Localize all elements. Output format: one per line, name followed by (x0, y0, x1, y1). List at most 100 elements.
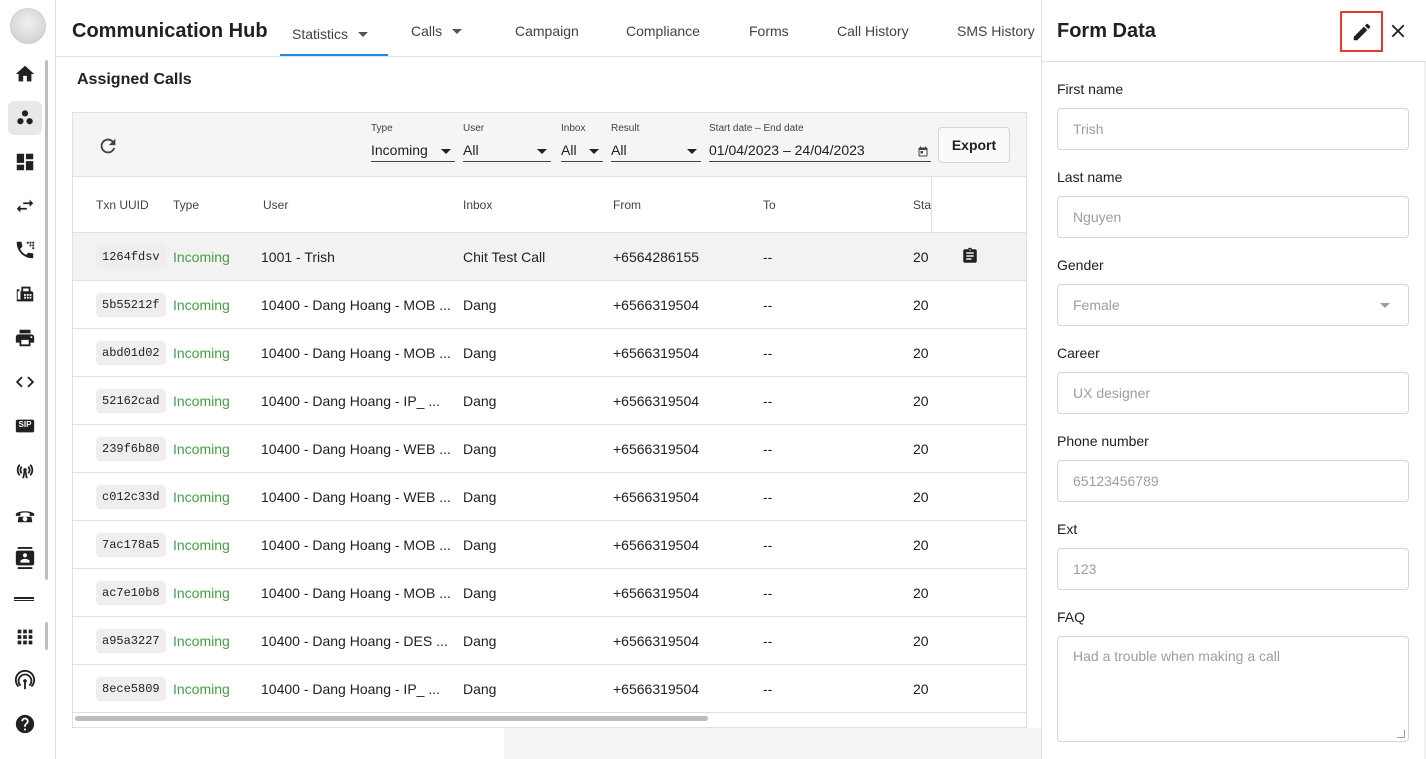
txn-uuid-chip: ac7e10b8 (96, 581, 166, 605)
tab-compliance[interactable]: Compliance (626, 23, 700, 39)
call-type: Incoming (173, 441, 230, 457)
call-type: Incoming (173, 681, 230, 697)
sip-icon[interactable]: SIP (8, 409, 42, 443)
table-row[interactable]: 239f6b80 Incoming 10400 - Dang Hoang - WEB… (73, 425, 1026, 473)
printer-icon[interactable] (8, 321, 42, 355)
home-icon[interactable] (8, 57, 42, 91)
column-header-to[interactable]: To (763, 198, 776, 212)
result-filter-value: All (611, 142, 627, 158)
ext-field[interactable]: 123 (1057, 548, 1409, 590)
column-header-type[interactable]: Type (173, 198, 199, 212)
table-row[interactable]: 52162cad Incoming 10400 - Dang Hoang - IP_… (73, 377, 1026, 425)
close-button[interactable] (1386, 19, 1410, 43)
avatar[interactable] (10, 8, 46, 44)
first-name-field[interactable]: Trish (1057, 108, 1409, 150)
broadcast-icon[interactable] (8, 663, 42, 697)
tab-label: Campaign (515, 23, 579, 39)
resize-handle-icon[interactable] (1397, 730, 1405, 738)
sidebar-divider (14, 597, 34, 601)
dashboard-icon[interactable] (8, 145, 42, 179)
tab-campaign[interactable]: Campaign (515, 23, 579, 39)
tab-forms[interactable]: Forms (749, 23, 789, 39)
ext-label: Ext (1057, 521, 1078, 537)
table-row[interactable]: 8ece5809 Incoming 10400 - Dang Hoang - IP_… (73, 665, 1026, 713)
sidebar-scrollbar-lower[interactable] (45, 622, 48, 650)
faq-textarea[interactable]: Had a trouble when making a call (1057, 636, 1409, 742)
tab-calls[interactable]: Calls (411, 23, 463, 39)
refresh-icon[interactable] (97, 135, 119, 157)
career-label: Career (1057, 345, 1100, 361)
call-inbox: Dang (463, 681, 497, 697)
footer-strip (504, 728, 1041, 759)
call-inbox: Dang (463, 441, 497, 457)
call-type: Incoming (173, 585, 230, 601)
contact-card-icon[interactable] (8, 541, 42, 575)
fax-icon[interactable] (8, 277, 42, 311)
sidebar-scrollbar[interactable] (45, 60, 48, 580)
column-header-inbox[interactable]: Inbox (463, 198, 492, 212)
call-from: +6566319504 (613, 537, 700, 553)
column-header-user[interactable]: User (263, 198, 288, 212)
type-filter[interactable]: Type Incoming (371, 123, 455, 162)
inbox-filter[interactable]: Inbox All (561, 123, 603, 162)
result-filter[interactable]: Result All (611, 123, 701, 162)
tab-call-history[interactable]: Call History (837, 23, 909, 39)
phone-number-field[interactable]: 65123456789 (1057, 460, 1409, 502)
clipboard-icon[interactable] (961, 247, 979, 265)
type-filter-select[interactable]: Incoming (371, 140, 455, 162)
table-row[interactable]: abd01d02 Incoming 10400 - Dang Hoang - MOB… (73, 329, 1026, 377)
phone-forward-icon[interactable] (8, 233, 42, 267)
filter-toolbar: Type Incoming User All Inbox All Result … (73, 113, 1026, 177)
app-title: Communication Hub (72, 20, 268, 42)
call-start: 20 (913, 585, 929, 601)
inbox-filter-select[interactable]: All (561, 140, 603, 162)
table-row[interactable]: 1264fdsv Incoming 1001 - Trish Chit Test Ca… (73, 233, 1026, 281)
call-inbox: Dang (463, 345, 497, 361)
antenna-icon[interactable] (8, 453, 42, 487)
call-start: 20 (913, 537, 929, 553)
tab-sms-history[interactable]: SMS History (957, 23, 1035, 39)
user-filter[interactable]: User All (463, 123, 551, 162)
tab-label: Calls (411, 23, 443, 39)
column-header-start[interactable]: Sta (913, 198, 931, 212)
bubbles-icon[interactable] (8, 101, 42, 135)
apps-grid-icon[interactable] (8, 620, 42, 654)
calls-table-card: Type Incoming User All Inbox All Result … (72, 112, 1027, 728)
gender-select[interactable]: Female (1057, 284, 1409, 326)
txn-uuid-chip: 239f6b80 (96, 437, 166, 461)
result-filter-label: Result (611, 123, 640, 134)
column-header-from[interactable]: From (613, 198, 641, 212)
table-row[interactable]: ac7e10b8 Incoming 10400 - Dang Hoang - MOB… (73, 569, 1026, 617)
table-row[interactable]: c012c33d Incoming 10400 - Dang Hoang - WEB… (73, 473, 1026, 521)
date-range-filter[interactable]: Start date – End date 01/04/2023 – 24/04… (709, 123, 931, 162)
telephone-icon[interactable] (8, 497, 42, 531)
call-inbox: Dang (463, 393, 497, 409)
table-row[interactable]: a95a3227 Incoming 10400 - Dang Hoang - DES… (73, 617, 1026, 665)
tab-statistics[interactable]: Statistics (292, 23, 369, 42)
call-type: Incoming (173, 489, 230, 505)
table-row[interactable]: 7ac178a5 Incoming 10400 - Dang Hoang - MOB… (73, 521, 1026, 569)
horizontal-scrollbar[interactable] (75, 716, 708, 721)
result-filter-select[interactable]: All (611, 140, 701, 162)
swap-icon[interactable] (8, 189, 42, 223)
export-button[interactable]: Export (938, 127, 1010, 163)
career-field[interactable]: UX designer (1057, 372, 1409, 414)
user-filter-select[interactable]: All (463, 140, 551, 162)
inbox-filter-value: All (561, 142, 577, 158)
column-header-txn-uuid[interactable]: Txn UUID (96, 198, 149, 212)
panel-title: Form Data (1057, 20, 1156, 42)
pencil-icon (1353, 23, 1370, 40)
top-header: Communication Hub Statistics Calls Campa… (56, 0, 1041, 57)
date-range-input[interactable]: 01/04/2023 – 24/04/2023 (709, 140, 931, 162)
page-title: Assigned Calls (77, 71, 192, 88)
app: SIP Communication Hub Statistics Calls C… (0, 0, 1426, 759)
table-row[interactable]: 5b55212f Incoming 10400 - Dang Hoang - MOB… (73, 281, 1026, 329)
call-from: +6566319504 (613, 585, 700, 601)
edit-button[interactable] (1340, 11, 1383, 52)
call-inbox: Chit Test Call (463, 249, 546, 265)
calendar-icon[interactable] (917, 145, 929, 157)
last-name-field[interactable]: Nguyen (1057, 196, 1409, 238)
help-icon[interactable] (8, 707, 42, 741)
code-icon[interactable] (8, 365, 42, 399)
first-name-value: Trish (1073, 121, 1104, 137)
